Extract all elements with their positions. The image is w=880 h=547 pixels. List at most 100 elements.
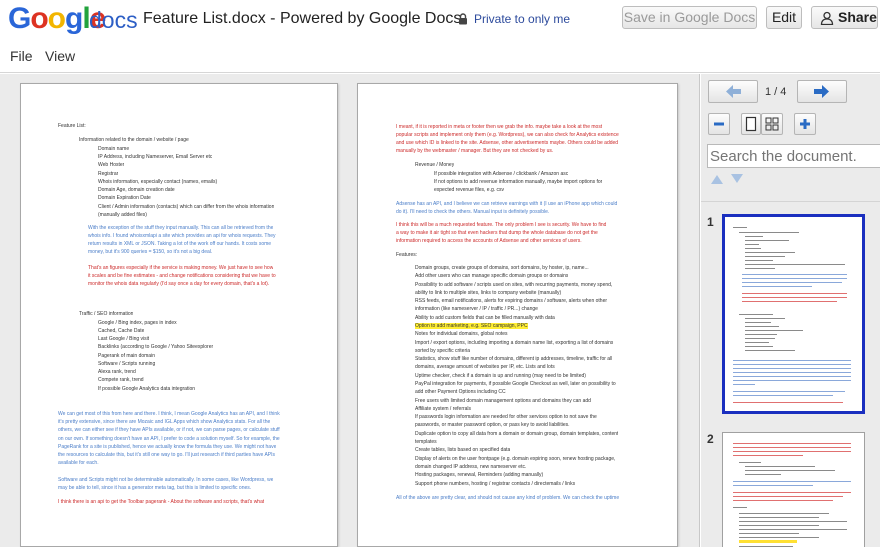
comment-line: the resources to calculate this, but it'… — [58, 452, 276, 458]
person-icon — [820, 11, 834, 25]
divider — [701, 201, 880, 202]
docs-logo-text[interactable]: docs — [89, 6, 138, 34]
list-item-continuation: domain changed IP address, new nameserve… — [415, 464, 527, 470]
list-item: Traffic / SEO information — [79, 310, 133, 318]
save-in-google-docs-button[interactable]: Save in Google Docs — [622, 6, 757, 29]
list-item: Display of alerts on the user frontpage … — [415, 455, 615, 463]
list-item: Client / Admin information (contacts) wh… — [98, 203, 274, 211]
list-item: Domain Age, domain creation date — [98, 186, 175, 194]
comment-line: a way to make it air tight so that even … — [396, 230, 598, 236]
comment-line: All of the above are pretty clear, and s… — [396, 495, 620, 501]
list-item-continuation: sorted by specific criteria — [415, 348, 471, 354]
plus-icon — [800, 119, 810, 129]
comment-line: whois info. I found whoisxmlapi a site w… — [88, 233, 276, 239]
next-page-button[interactable] — [797, 80, 847, 103]
list-item: Import / export options, including impor… — [415, 339, 613, 347]
share-button-label: Share — [838, 9, 877, 25]
search-previous-button[interactable] — [708, 170, 726, 188]
list-item: Software / Scripts running — [98, 360, 155, 368]
list-item: Support phone numbers, hosting / registr… — [415, 480, 575, 488]
features-heading: Features: — [396, 252, 418, 258]
comment-line: do it). I'll need to check the others. M… — [396, 209, 550, 215]
highlighted-text: Option to add marketing, e.g. SEO campai… — [415, 323, 528, 329]
search-document-input[interactable] — [707, 144, 880, 168]
list-item: Pagerank of main domain — [98, 352, 155, 360]
list-item: Google / Bing index, pages in index — [98, 319, 177, 327]
list-item-continuation: add other Payment Options including CC — [415, 389, 506, 395]
arrow-left-icon — [726, 85, 741, 98]
list-item: Domain name — [98, 145, 129, 153]
triangle-up-icon — [711, 175, 723, 184]
list-item: Last Google / Bing visit — [98, 335, 149, 343]
zoom-in-button[interactable] — [794, 113, 816, 135]
edit-button[interactable]: Edit — [766, 6, 802, 29]
comment-line: We can get most of this from here and th… — [58, 411, 280, 417]
list-item-continuation: passwords, or master password option, or… — [415, 422, 570, 428]
list-item: Registrar — [98, 170, 118, 178]
comment-line: With the exception of the stuff they inp… — [88, 225, 274, 231]
lock-icon — [459, 13, 467, 25]
list-item: Backlinks (according to Google / Yahoo S… — [98, 343, 213, 351]
comment-line: others, we can either see if they have A… — [58, 427, 280, 433]
list-item: Revenue / Money — [415, 161, 454, 169]
comment-line: I think this will be a much requested fe… — [396, 222, 607, 228]
list-item: Web Hoster — [98, 161, 124, 169]
menu-bar: File View — [0, 40, 880, 73]
comment-line: PageRank for a site is published, hence … — [58, 444, 277, 450]
list-item: If possible integration with Adsense / c… — [434, 170, 568, 178]
share-button[interactable]: Share — [811, 6, 878, 29]
list-item-continuation: domains, average amount of websites per … — [415, 364, 555, 370]
comment-line: popular scripts and implement only them … — [396, 132, 619, 138]
comment-line: it's pretty extensive, since there are M… — [58, 419, 271, 425]
list-item: Cached, Cache Date — [98, 327, 144, 335]
privacy-link[interactable]: Private to only me — [474, 12, 570, 26]
list-item: Create tables, lists based on specified … — [415, 446, 510, 454]
comment-line: available for each. — [58, 460, 99, 466]
list-item-continuation: ability to link to multiple sites, links… — [415, 290, 562, 296]
list-item: Possibility to add software / scripts us… — [415, 281, 612, 289]
comment-line: Software and Scripts might not be determ… — [58, 477, 274, 483]
list-item: Domain Expiration Date — [98, 194, 151, 202]
list-item: Free users with limited domain managemen… — [415, 397, 591, 405]
previous-page-button[interactable] — [708, 80, 758, 103]
comment-line: return results in XML or JSON. Taking a … — [88, 241, 272, 247]
zoom-out-button[interactable] — [708, 113, 730, 135]
single-page-view-button[interactable] — [741, 113, 761, 135]
document-title: Feature List.docx - Powered by Google Do… — [143, 10, 462, 27]
comment-line: monitor the whois data regularly (I'd sa… — [88, 281, 270, 287]
list-item: Hosting packages, renewal, Reminders (ad… — [415, 471, 543, 479]
viewer-sidebar: 1 / 4 1 — [701, 74, 880, 547]
list-item: Duplicate option to copy all data from a… — [415, 430, 618, 438]
comment-line: manually by the webmaster / manager. But… — [396, 148, 554, 154]
list-item: RSS feeds, email notifications, alerts f… — [415, 297, 607, 305]
grid-view-button[interactable] — [761, 113, 783, 135]
page-thumbnail-2[interactable] — [722, 432, 865, 547]
list-item: Affiliate system / referrals — [415, 405, 471, 413]
comment-line: may be able to tell, since it has a gene… — [58, 485, 252, 491]
list-item: Domain groups, create groups of domains,… — [415, 264, 589, 272]
comment-line: money, but it's 900 queries = $150, so i… — [88, 249, 213, 255]
list-item-continuation: templates — [415, 439, 437, 445]
list-item: Uptime checker, check if a domain is up … — [415, 372, 586, 380]
comment-line: Adsense has an API, and I believe we can… — [396, 201, 618, 207]
list-item-continuation: (manually added files) — [98, 212, 147, 218]
list-item: IP Address, including Nameserver, Email … — [98, 153, 212, 161]
list-item: Statistics, show stuff like number of do… — [415, 355, 612, 363]
page-heading: Feature List: — [58, 123, 86, 129]
comment-line: it scales and be fine estimates - and ch… — [88, 273, 276, 279]
search-next-button[interactable] — [728, 170, 746, 188]
comment-line: information required to access the accou… — [396, 238, 582, 244]
page-thumbnail-1[interactable] — [722, 214, 865, 414]
header-bar: Google docs Feature List.docx - Powered … — [0, 0, 880, 40]
list-item-continuation: information (like nameserver / IP / traf… — [415, 306, 538, 312]
document-viewer[interactable]: Feature List: Information related to the… — [0, 74, 700, 547]
menu-view[interactable]: View — [45, 48, 75, 64]
list-item: If possible Google Analytics data integr… — [98, 385, 195, 393]
list-item: Compete rank, trend — [98, 376, 144, 384]
grid-icon — [765, 117, 779, 131]
thumbnail-number: 1 — [707, 215, 714, 229]
triangle-down-icon — [731, 174, 743, 183]
list-item: Whois information, especially contact (n… — [98, 178, 217, 186]
menu-file[interactable]: File — [10, 48, 33, 64]
list-item: If not options to add revenue informatio… — [434, 178, 602, 186]
